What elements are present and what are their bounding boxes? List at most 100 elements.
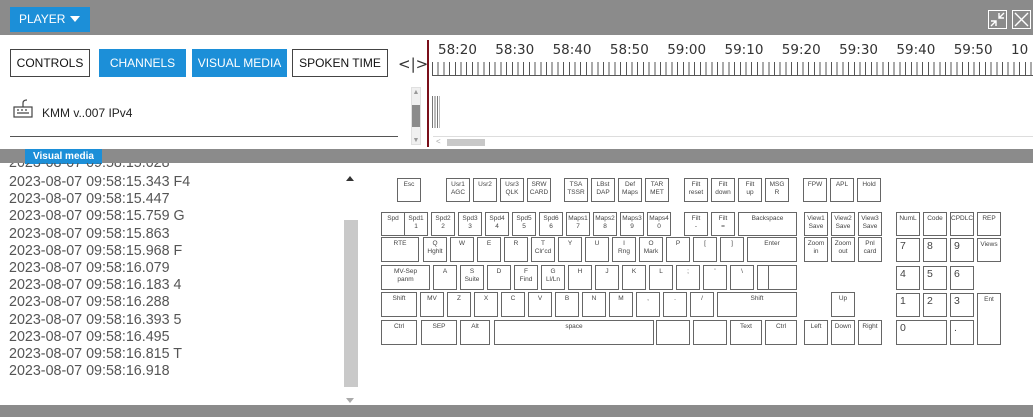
log-line[interactable]: 2023-08-07 09:58:16.918: [9, 363, 170, 379]
keyboard-key[interactable]: A: [433, 265, 457, 290]
keyboard-key[interactable]: Z: [447, 292, 471, 317]
keyboard-key[interactable]: Spd6 6: [539, 212, 563, 236]
keyboard-key[interactable]: Hold: [857, 178, 881, 202]
keyboard-key[interactable]: 8: [923, 238, 947, 262]
keyboard-key[interactable]: 9: [950, 238, 974, 262]
keyboard-key[interactable]: View2 Save: [831, 212, 855, 236]
keyboard-key[interactable]: S Suite: [460, 265, 484, 290]
keyboard-key[interactable]: SEP: [421, 320, 457, 345]
keyboard-key[interactable]: Ctrl: [765, 320, 797, 345]
keyboard-key[interactable]: ,: [636, 292, 660, 317]
scroll-up-icon[interactable]: ▲: [412, 89, 420, 97]
scroll-down-icon[interactable]: [346, 398, 354, 403]
keyboard-key[interactable]: View1 Save: [804, 212, 828, 236]
keyboard-key[interactable]: C: [501, 292, 525, 317]
log-line[interactable]: 2023-08-07 09:58:15.863: [9, 226, 170, 242]
keyboard-key[interactable]: E: [477, 237, 501, 262]
timeline-horizontal-scrollbar[interactable]: <: [433, 136, 1033, 147]
keyboard-key[interactable]: Ent: [977, 293, 1001, 345]
keyboard-key[interactable]: Shift: [717, 292, 797, 317]
keyboard-key[interactable]: Zoom in: [804, 237, 828, 262]
keyboard-key[interactable]: J: [595, 265, 619, 290]
keyboard-key[interactable]: [693, 320, 727, 345]
scroll-down-icon[interactable]: ▼: [412, 137, 420, 145]
keyboard-key[interactable]: Pnl card: [858, 237, 882, 262]
space-key[interactable]: space: [494, 320, 654, 345]
log-line[interactable]: 2023-08-07 09:58:16.183 4: [9, 277, 182, 293]
keyboard-key[interactable]: SRW CARD: [527, 178, 551, 202]
keyboard-key[interactable]: Text: [730, 320, 762, 345]
channel-vertical-scrollbar[interactable]: ▲ ▼: [411, 87, 421, 145]
keyboard-key[interactable]: Spd3 3: [458, 212, 482, 236]
scroll-up-icon[interactable]: [346, 176, 354, 181]
keyboard-key[interactable]: Spd2 2: [431, 212, 455, 236]
keyboard-key[interactable]: Maps4 0: [647, 212, 671, 236]
player-menu-button[interactable]: PLAYER: [10, 7, 90, 32]
keyboard-key[interactable]: Usr3 QLK: [500, 178, 524, 202]
keyboard-key[interactable]: MV-Sep panm: [381, 265, 430, 290]
keyboard-key[interactable]: Alt: [460, 320, 490, 345]
keyboard-key[interactable]: 3: [950, 293, 974, 317]
keyboard-key[interactable]: Code: [923, 212, 947, 236]
scroll-thumb[interactable]: [412, 105, 420, 127]
keyboard-key[interactable]: Backspace: [738, 212, 797, 236]
playhead-line[interactable]: [427, 40, 429, 147]
visual-media-log[interactable]: 2023-08-07 09:58:15.028 2023-08-07 09:58…: [0, 163, 342, 399]
keyboard-key[interactable]: CPDLC: [950, 212, 974, 236]
keyboard-key[interactable]: 1: [896, 293, 920, 317]
log-scrollbar[interactable]: [343, 172, 359, 404]
keyboard-key[interactable]: Up: [831, 292, 855, 317]
channel-row[interactable]: KMM v..007 IPv4: [10, 92, 398, 137]
keyboard-key[interactable]: H: [568, 265, 592, 290]
keyboard-key[interactable]: ;: [676, 265, 700, 290]
keyboard-key[interactable]: Filt reset: [684, 178, 708, 202]
tab-spoken-time[interactable]: SPOKEN TIME: [292, 49, 388, 77]
keyboard-key[interactable]: L: [649, 265, 673, 290]
keyboard-key[interactable]: X: [474, 292, 498, 317]
keyboard-key[interactable]: 0: [896, 320, 947, 345]
keyboard-key[interactable]: LBst DAP: [591, 178, 615, 202]
keyboard-key[interactable]: Usr1 AGC: [446, 178, 470, 202]
keyboard-key[interactable]: Spd: [381, 212, 405, 236]
tab-channels[interactable]: CHANNELS: [99, 49, 186, 77]
keyboard-key[interactable]: Usr2: [473, 178, 497, 202]
keyboard-key[interactable]: View3 Save: [858, 212, 882, 236]
keyboard-key[interactable]: O Mark: [639, 237, 663, 262]
keyboard-key[interactable]: Filt down: [711, 178, 735, 202]
keyboard-key[interactable]: K: [622, 265, 646, 290]
log-line[interactable]: 2023-08-07 09:58:16.495: [9, 329, 170, 345]
log-line[interactable]: 2023-08-07 09:58:16.815 T: [9, 346, 182, 362]
keyboard-key[interactable]: Down: [831, 320, 855, 345]
timeline-ruler[interactable]: 58:20 58:30 58:40 58:50 59:00 59:10 59:20 59:30…: [432, 40, 1033, 76]
split-resize-icon[interactable]: <|>: [398, 55, 428, 73]
log-line[interactable]: 2023-08-07 09:58:16.288: [9, 294, 170, 310]
keyboard-key[interactable]: 7: [896, 238, 920, 262]
keyboard-key[interactable]: M: [609, 292, 633, 317]
keyboard-key[interactable]: Filt up: [738, 178, 762, 202]
hscroll-thumb[interactable]: [447, 139, 485, 146]
keyboard-key[interactable]: D: [487, 265, 511, 290]
keyboard-key[interactable]: .: [950, 320, 974, 345]
keyboard-key[interactable]: Spd5 5: [512, 212, 536, 236]
keyboard-key[interactable]: 6: [950, 266, 974, 290]
log-line[interactable]: 2023-08-07 09:58:15.968 F: [9, 243, 182, 259]
keyboard-key[interactable]: Maps3 9: [620, 212, 644, 236]
log-line[interactable]: 2023-08-07 09:58:15.759 G: [9, 208, 185, 224]
keyboard-key[interactable]: Esc: [397, 178, 421, 202]
keyboard-key[interactable]: TAR MET: [645, 178, 669, 202]
keyboard-key[interactable]: Maps2 8: [593, 212, 617, 236]
keyboard-key[interactable]: /: [690, 292, 714, 317]
keyboard-key[interactable]: Zoom out: [831, 237, 855, 262]
keyboard-key[interactable]: .: [663, 292, 687, 317]
keyboard-key[interactable]: P: [666, 237, 690, 262]
keyboard-key[interactable]: [768, 265, 797, 290]
keyboard-key[interactable]: RTE: [381, 237, 419, 262]
keyboard-key[interactable]: R: [504, 237, 528, 262]
shrink-arrows-icon[interactable]: [988, 10, 1007, 29]
keyboard-key[interactable]: Left: [804, 320, 828, 345]
keyboard-key[interactable]: Def Maps: [618, 178, 642, 202]
keyboard-key[interactable]: Y: [558, 237, 582, 262]
keyboard-key[interactable]: I Rng: [612, 237, 636, 262]
tab-controls[interactable]: CONTROLS: [10, 49, 90, 77]
log-line[interactable]: 2023-08-07 09:58:16.079: [9, 260, 170, 276]
